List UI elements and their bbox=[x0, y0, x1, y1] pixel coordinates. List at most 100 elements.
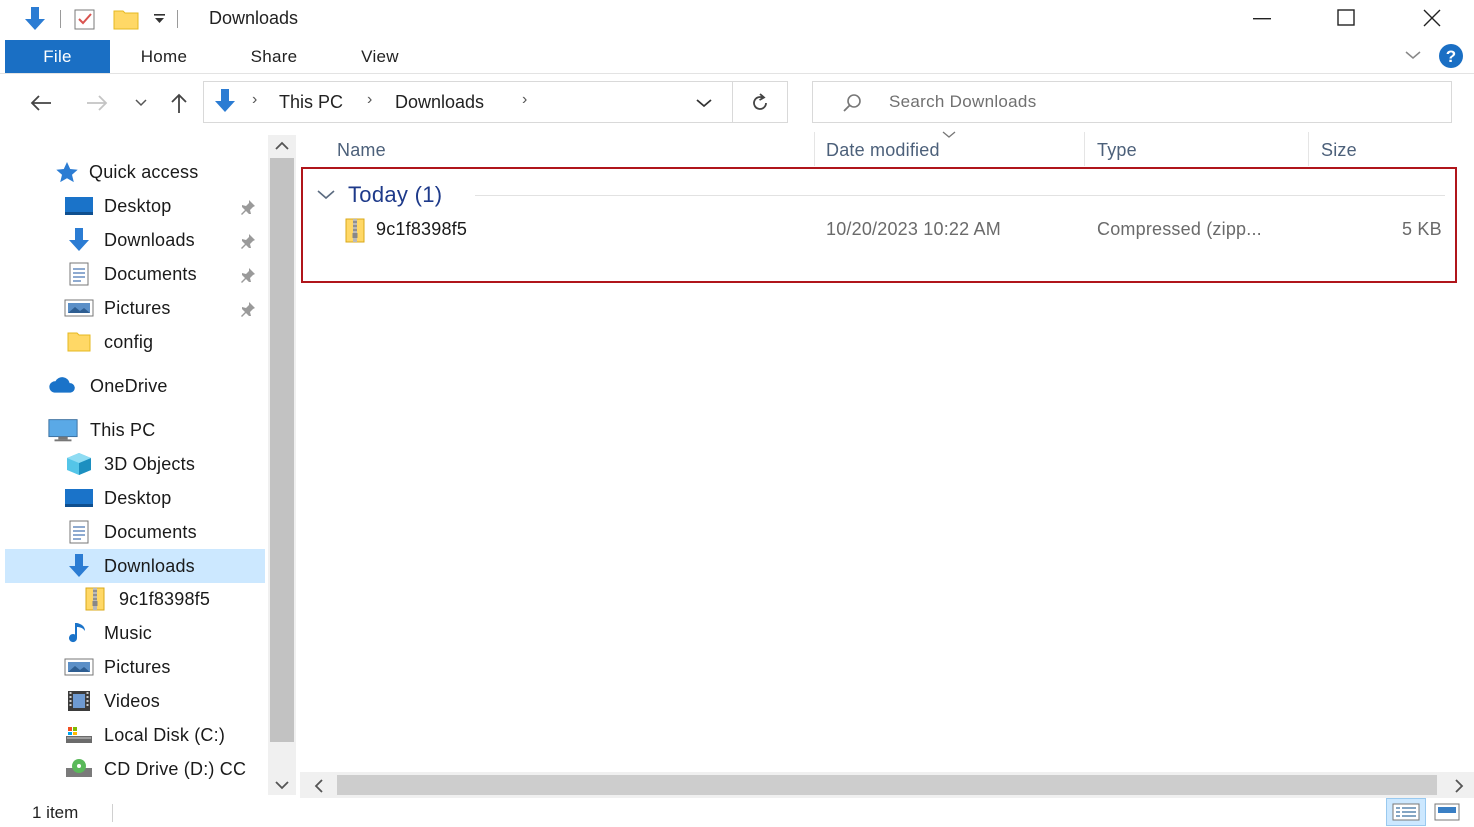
downloads-icon bbox=[63, 226, 95, 254]
tab-file[interactable]: File bbox=[5, 40, 110, 73]
ribbon: File Home Share View ? bbox=[0, 40, 1474, 74]
minimize-button[interactable] bbox=[1232, 0, 1292, 36]
column-divider[interactable] bbox=[814, 132, 815, 166]
horizontal-scroll-thumb[interactable] bbox=[337, 775, 1437, 795]
nav-music[interactable]: Music bbox=[5, 617, 265, 649]
scroll-right-icon[interactable] bbox=[1452, 778, 1466, 794]
nav-quick-config[interactable]: config bbox=[5, 326, 265, 358]
tab-home[interactable]: Home bbox=[124, 40, 204, 73]
nav-local-disk[interactable]: Local Disk (C:) bbox=[5, 719, 265, 751]
recent-locations-button[interactable] bbox=[126, 88, 156, 118]
nav-label: Videos bbox=[104, 690, 160, 711]
column-header-date-modified[interactable]: Date modified bbox=[826, 140, 940, 161]
nav-quick-downloads[interactable]: Downloads bbox=[5, 224, 265, 256]
column-divider[interactable] bbox=[1084, 132, 1085, 166]
column-header-name[interactable]: Name bbox=[337, 140, 386, 161]
maximize-button[interactable] bbox=[1316, 0, 1376, 36]
pin-icon[interactable] bbox=[239, 232, 257, 250]
nav-quick-documents[interactable]: Documents bbox=[5, 258, 265, 290]
search-input[interactable]: Search Downloads bbox=[889, 92, 1037, 112]
nav-downloads[interactable]: Downloads bbox=[5, 549, 265, 583]
expand-ribbon-icon[interactable] bbox=[1404, 48, 1422, 62]
address-bar[interactable]: › This PC › Downloads › bbox=[203, 81, 788, 123]
nav-onedrive[interactable]: OneDrive bbox=[5, 370, 265, 402]
local-disk-icon bbox=[63, 721, 95, 749]
group-header[interactable]: Today (1) bbox=[316, 180, 442, 210]
down-arrow-icon[interactable] bbox=[20, 6, 50, 32]
documents-icon bbox=[63, 518, 95, 546]
nav-label: Desktop bbox=[104, 487, 172, 508]
nav-3d-objects[interactable]: 3D Objects bbox=[5, 448, 265, 480]
nav-label: Downloads bbox=[104, 229, 195, 250]
group-divider bbox=[475, 195, 1445, 196]
svg-text:?: ? bbox=[1446, 47, 1456, 66]
chevron-right-icon[interactable]: › bbox=[252, 91, 257, 109]
pin-icon[interactable] bbox=[239, 198, 257, 216]
details-view-button[interactable] bbox=[1386, 798, 1426, 826]
zip-folder-icon bbox=[342, 217, 368, 245]
chevron-right-icon[interactable]: › bbox=[367, 91, 372, 109]
title-bar: Downloads bbox=[0, 0, 1474, 38]
customize-toolbar-icon[interactable] bbox=[153, 12, 167, 26]
scroll-left-icon[interactable] bbox=[312, 778, 326, 794]
nav-videos[interactable]: Videos bbox=[5, 685, 265, 717]
videos-icon bbox=[63, 687, 95, 715]
file-name[interactable]: 9c1f8398f5 bbox=[376, 219, 467, 240]
nav-label: Local Disk (C:) bbox=[104, 724, 226, 745]
onedrive-cloud-icon bbox=[47, 372, 79, 400]
close-button[interactable] bbox=[1402, 0, 1462, 36]
column-header-type[interactable]: Type bbox=[1097, 140, 1137, 161]
nav-documents[interactable]: Documents bbox=[5, 516, 265, 548]
tab-view[interactable]: View bbox=[340, 40, 420, 73]
breadcrumb-this-pc[interactable]: This PC bbox=[279, 92, 343, 113]
nav-label: Music bbox=[104, 622, 153, 643]
music-icon bbox=[63, 619, 95, 647]
breadcrumb-downloads[interactable]: Downloads bbox=[395, 92, 484, 113]
nav-label: Desktop bbox=[104, 195, 172, 216]
scroll-up-icon[interactable] bbox=[273, 140, 291, 152]
navigation-pane: Quick access Desktop Downloads Documents… bbox=[0, 135, 268, 795]
pictures-icon bbox=[63, 653, 95, 681]
nav-this-pc[interactable]: This PC bbox=[5, 414, 265, 446]
address-dropdown-icon[interactable] bbox=[694, 96, 714, 110]
nav-label: config bbox=[104, 331, 154, 352]
scroll-down-icon[interactable] bbox=[273, 779, 291, 791]
nav-cd-drive[interactable]: CD Drive (D:) CC bbox=[5, 753, 265, 785]
nav-label: OneDrive bbox=[90, 375, 168, 396]
large-icons-view-button[interactable] bbox=[1434, 802, 1460, 822]
pin-icon[interactable] bbox=[239, 300, 257, 318]
group-title: Today (1) bbox=[348, 182, 443, 207]
desktop-icon bbox=[63, 484, 95, 512]
search-icon bbox=[841, 92, 863, 114]
nav-quick-desktop[interactable]: Desktop bbox=[5, 190, 265, 222]
column-header-size[interactable]: Size bbox=[1321, 140, 1357, 161]
tab-share[interactable]: Share bbox=[234, 40, 314, 73]
item-count: 1 item bbox=[32, 803, 79, 822]
nav-pictures[interactable]: Pictures bbox=[5, 651, 265, 683]
status-bar: 1 item bbox=[0, 798, 1474, 827]
nav-label: This PC bbox=[90, 419, 156, 440]
chevron-right-icon[interactable]: › bbox=[522, 91, 527, 109]
back-button[interactable] bbox=[26, 88, 56, 118]
forward-button[interactable] bbox=[82, 88, 112, 118]
window-title: Downloads bbox=[209, 8, 299, 28]
help-icon[interactable]: ? bbox=[1438, 43, 1464, 69]
toolbar-divider bbox=[60, 10, 61, 28]
pictures-icon bbox=[63, 294, 95, 322]
refresh-icon[interactable] bbox=[748, 91, 772, 115]
toolbar-divider bbox=[177, 10, 178, 28]
nav-pane-scroll-thumb[interactable] bbox=[270, 158, 294, 742]
search-box[interactable]: Search Downloads bbox=[812, 81, 1452, 123]
nav-label: Downloads bbox=[104, 555, 195, 576]
nav-quick-access[interactable]: Quick access bbox=[5, 156, 265, 188]
column-divider[interactable] bbox=[1308, 132, 1309, 166]
nav-zip-folder[interactable]: 9c1f8398f5 bbox=[5, 583, 265, 615]
properties-icon[interactable] bbox=[73, 7, 97, 31]
nav-quick-pictures[interactable]: Pictures bbox=[5, 292, 265, 324]
nav-desktop[interactable]: Desktop bbox=[5, 482, 265, 514]
collapse-group-icon[interactable] bbox=[316, 188, 336, 202]
up-button[interactable] bbox=[164, 88, 194, 118]
pin-icon[interactable] bbox=[239, 266, 257, 284]
new-folder-icon[interactable] bbox=[113, 7, 139, 31]
nav-label: Quick access bbox=[89, 161, 199, 182]
